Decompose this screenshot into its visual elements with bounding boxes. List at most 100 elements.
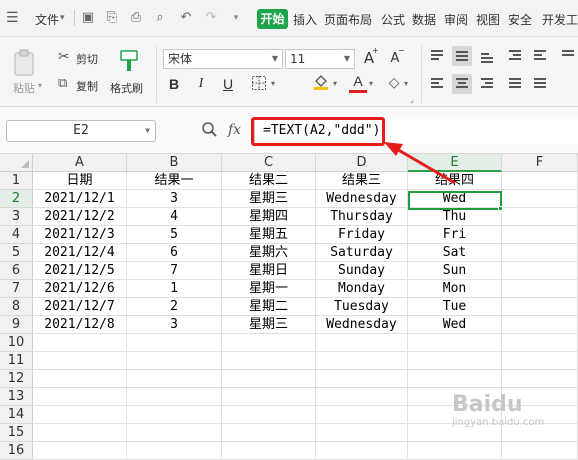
- cell-d4[interactable]: Friday: [316, 226, 408, 244]
- cell-e16[interactable]: [408, 442, 502, 460]
- cell-b5[interactable]: 6: [127, 244, 222, 262]
- column-header-e[interactable]: E: [408, 154, 502, 172]
- tab-formulas[interactable]: 公式: [381, 11, 405, 28]
- row-header-7[interactable]: 7: [0, 280, 33, 298]
- row-header-10[interactable]: 10: [0, 334, 33, 352]
- row-header-15[interactable]: 15: [0, 424, 33, 442]
- copy-button[interactable]: 复制: [76, 78, 98, 94]
- tab-developer[interactable]: 开发工: [542, 11, 578, 28]
- cell-c10[interactable]: [222, 334, 316, 352]
- cell-d14[interactable]: [316, 406, 408, 424]
- cell-e11[interactable]: [408, 352, 502, 370]
- row-header-11[interactable]: 11: [0, 352, 33, 370]
- row-header-4[interactable]: 4: [0, 226, 33, 244]
- row-header-12[interactable]: 12: [0, 370, 33, 388]
- eraser-icon[interactable]: ◇: [385, 74, 403, 92]
- cell-b13[interactable]: [127, 388, 222, 406]
- row-header-5[interactable]: 5: [0, 244, 33, 262]
- tab-security[interactable]: 安全: [508, 11, 532, 28]
- quick-access-dropdown-icon[interactable]: ▾: [228, 10, 244, 26]
- cell-c5[interactable]: 星期六: [222, 244, 316, 262]
- underline-button[interactable]: U: [219, 75, 237, 93]
- cell-f2[interactable]: [502, 190, 578, 208]
- cell-d11[interactable]: [316, 352, 408, 370]
- cell-f8[interactable]: [502, 298, 578, 316]
- cell-c1[interactable]: 结果二: [222, 172, 316, 190]
- indent-decrease-icon[interactable]: [505, 46, 525, 66]
- cell-b3[interactable]: 4: [127, 208, 222, 226]
- justify-icon[interactable]: [505, 74, 525, 94]
- cell-a5[interactable]: 2021/12/4: [33, 244, 127, 262]
- zoom-icon[interactable]: [201, 121, 217, 139]
- cell-c2[interactable]: 星期三: [222, 190, 316, 208]
- row-header-14[interactable]: 14: [0, 406, 33, 424]
- chevron-down-icon[interactable]: ▼: [145, 121, 150, 141]
- cell-c8[interactable]: 星期二: [222, 298, 316, 316]
- cell-a3[interactable]: 2021/12/2: [33, 208, 127, 226]
- cell-e6[interactable]: Sun: [408, 262, 502, 280]
- file-dropdown-icon[interactable]: ▾: [60, 13, 65, 23]
- cell-a13[interactable]: [33, 388, 127, 406]
- name-box[interactable]: E2 ▼: [6, 120, 156, 142]
- wrap-text-icon[interactable]: [558, 46, 578, 66]
- cell-d7[interactable]: Monday: [316, 280, 408, 298]
- align-right-icon[interactable]: [477, 74, 497, 94]
- cell-d12[interactable]: [316, 370, 408, 388]
- cell-f9[interactable]: [502, 316, 578, 334]
- cell-a2[interactable]: 2021/12/1: [33, 190, 127, 208]
- cell-a6[interactable]: 2021/12/5: [33, 262, 127, 280]
- column-header-a[interactable]: A: [33, 154, 127, 172]
- border-icon[interactable]: [250, 75, 268, 93]
- cell-e1[interactable]: 结果四: [408, 172, 502, 190]
- cell-a12[interactable]: [33, 370, 127, 388]
- cell-c13[interactable]: [222, 388, 316, 406]
- fill-color-icon[interactable]: [312, 73, 330, 91]
- cell-e12[interactable]: [408, 370, 502, 388]
- row-header-6[interactable]: 6: [0, 262, 33, 280]
- cell-b15[interactable]: [127, 424, 222, 442]
- row-header-8[interactable]: 8: [0, 298, 33, 316]
- select-all-corner[interactable]: [0, 154, 33, 172]
- active-cell-border[interactable]: [408, 191, 502, 210]
- cell-e3[interactable]: Thu: [408, 208, 502, 226]
- border-dropdown-icon[interactable]: ▾: [271, 79, 275, 88]
- tab-home[interactable]: 开始: [257, 9, 288, 29]
- cell-b2[interactable]: 3: [127, 190, 222, 208]
- insert-function-button[interactable]: fx: [228, 122, 241, 138]
- tab-data[interactable]: 数据: [412, 11, 436, 28]
- tab-view[interactable]: 视图: [476, 11, 500, 28]
- paste-dropdown-icon[interactable]: ▾: [38, 81, 42, 90]
- cell-b8[interactable]: 2: [127, 298, 222, 316]
- align-left-icon[interactable]: [427, 74, 447, 94]
- cell-d6[interactable]: Sunday: [316, 262, 408, 280]
- cell-d8[interactable]: Tuesday: [316, 298, 408, 316]
- cell-f10[interactable]: [502, 334, 578, 352]
- cell-b14[interactable]: [127, 406, 222, 424]
- font-size-select[interactable]: 11 ▼: [285, 49, 355, 69]
- cell-e4[interactable]: Fri: [408, 226, 502, 244]
- font-color-dropdown-icon[interactable]: ▾: [369, 79, 373, 88]
- cell-c14[interactable]: [222, 406, 316, 424]
- save-icon[interactable]: ▣: [80, 10, 96, 26]
- distributed-icon[interactable]: [530, 74, 550, 94]
- align-bottom-icon[interactable]: [477, 46, 497, 66]
- menu-file[interactable]: 文件: [35, 11, 59, 28]
- undo-icon[interactable]: ↶: [178, 10, 194, 26]
- font-color-button[interactable]: A: [349, 73, 367, 93]
- cell-a10[interactable]: [33, 334, 127, 352]
- print-preview-icon[interactable]: ⌕: [152, 10, 168, 26]
- row-header-2[interactable]: 2: [0, 190, 33, 208]
- row-header-13[interactable]: 13: [0, 388, 33, 406]
- indent-increase-icon[interactable]: [530, 46, 550, 66]
- cell-f3[interactable]: [502, 208, 578, 226]
- cell-f11[interactable]: [502, 352, 578, 370]
- row-header-3[interactable]: 3: [0, 208, 33, 226]
- column-header-d[interactable]: D: [316, 154, 408, 172]
- export-icon[interactable]: ⎘: [104, 10, 120, 26]
- cell-c9[interactable]: 星期三: [222, 316, 316, 334]
- cell-c15[interactable]: [222, 424, 316, 442]
- format-painter-icon[interactable]: [118, 49, 140, 73]
- cell-f4[interactable]: [502, 226, 578, 244]
- print-icon[interactable]: ⎙: [128, 10, 144, 26]
- align-middle-icon[interactable]: [452, 46, 472, 66]
